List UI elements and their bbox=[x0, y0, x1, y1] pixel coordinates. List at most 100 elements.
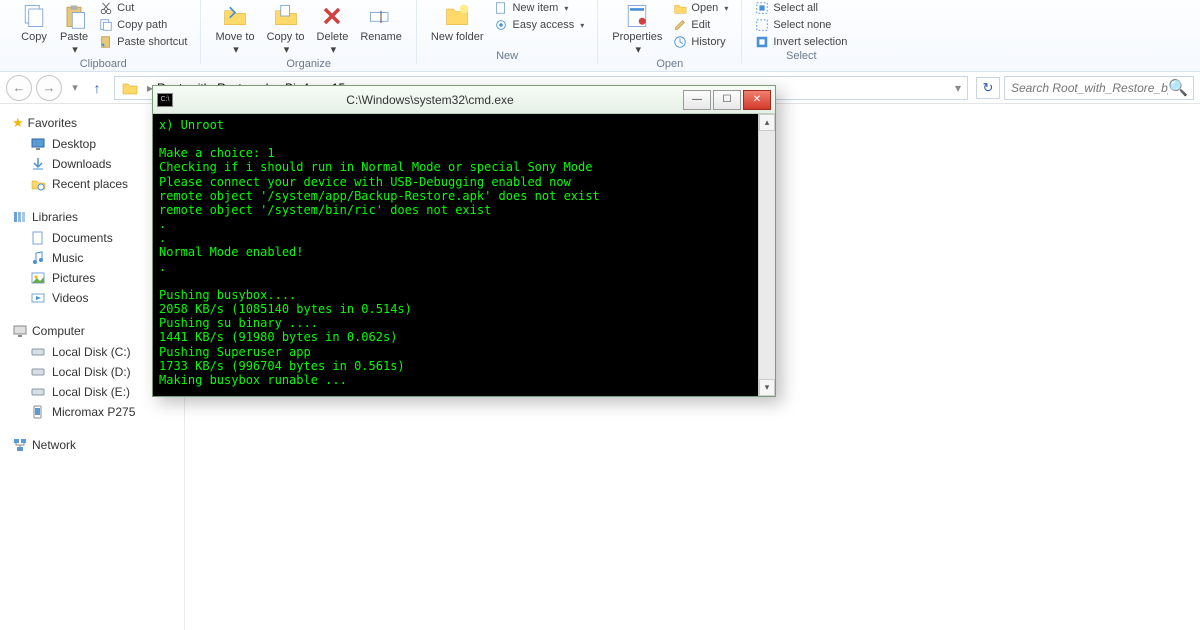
sidebar-label: Pictures bbox=[52, 271, 95, 285]
cut-button[interactable]: Cut bbox=[96, 0, 190, 16]
open-button[interactable]: Open▾ bbox=[670, 0, 731, 16]
cmd-window: C:\ C:\Windows\system32\cmd.exe — ☐ ✕ x)… bbox=[152, 85, 776, 397]
minimize-button[interactable]: — bbox=[683, 90, 711, 110]
folder-icon bbox=[121, 79, 139, 97]
scroll-up-icon[interactable]: ▴ bbox=[759, 114, 775, 131]
recent-locations-button[interactable]: ▾ bbox=[66, 79, 84, 97]
copy-icon bbox=[20, 2, 48, 30]
search-input[interactable] bbox=[1011, 81, 1168, 95]
cmd-icon-text: C:\ bbox=[161, 96, 170, 103]
chevron-down-icon: ▾ bbox=[72, 45, 78, 56]
search-box[interactable]: 🔍 bbox=[1004, 76, 1194, 100]
delete-button[interactable]: Delete▾ bbox=[313, 0, 353, 58]
ribbon-group-new: New folder New item▾ Easy access▾ New bbox=[417, 0, 598, 64]
easy-access-label: Easy access bbox=[512, 19, 574, 31]
close-button[interactable]: ✕ bbox=[743, 90, 771, 110]
chevron-down-icon: ▾ bbox=[636, 45, 642, 56]
refresh-button[interactable]: ↻ bbox=[976, 77, 1000, 99]
copy-label: Copy bbox=[21, 32, 47, 43]
up-button[interactable]: ↑ bbox=[88, 79, 106, 97]
scroll-down-icon[interactable]: ▾ bbox=[759, 379, 775, 396]
libraries-icon bbox=[12, 209, 28, 225]
copy-to-button[interactable]: Copy to▾ bbox=[263, 0, 309, 58]
ribbon-group-organize: Move to▾ Copy to▾ Delete▾ Rename Organiz… bbox=[201, 0, 416, 64]
easy-access-icon bbox=[494, 18, 508, 32]
paste-shortcut-label: Paste shortcut bbox=[117, 36, 187, 48]
sidebar-label: Local Disk (E:) bbox=[52, 385, 130, 399]
cmd-scrollbar[interactable]: ▴ ▾ bbox=[758, 114, 775, 396]
new-folder-label: New folder bbox=[431, 32, 484, 43]
cmd-title: C:\Windows\system32\cmd.exe bbox=[179, 93, 681, 107]
paste-button[interactable]: Paste ▾ bbox=[56, 0, 92, 58]
delete-icon bbox=[318, 2, 346, 30]
cut-label: Cut bbox=[117, 2, 134, 14]
disk-icon bbox=[30, 364, 46, 380]
select-group-label: Select bbox=[786, 50, 817, 64]
network-label: Network bbox=[32, 438, 76, 452]
select-none-icon bbox=[755, 18, 769, 32]
sidebar-label: Recent places bbox=[52, 177, 128, 191]
cmd-output[interactable]: x) Unroot Make a choice: 1 Checking if i… bbox=[153, 114, 758, 396]
select-all-icon bbox=[755, 1, 769, 15]
ribbon-group-open: Properties▾ Open▾ Edit History Open bbox=[598, 0, 742, 64]
chevron-down-icon: ▾ bbox=[233, 45, 239, 56]
invert-selection-icon bbox=[755, 35, 769, 49]
back-button[interactable]: ← bbox=[6, 75, 32, 101]
network-header[interactable]: Network bbox=[0, 434, 184, 456]
invert-selection-label: Invert selection bbox=[773, 36, 847, 48]
rename-icon bbox=[367, 2, 395, 30]
sidebar-label: Videos bbox=[52, 291, 88, 305]
paste-shortcut-icon bbox=[99, 35, 113, 49]
paste-shortcut-button[interactable]: Paste shortcut bbox=[96, 34, 190, 50]
select-none-button[interactable]: Select none bbox=[752, 17, 850, 33]
select-all-button[interactable]: Select all bbox=[752, 0, 850, 16]
pictures-icon bbox=[30, 270, 46, 286]
ribbon-group-select: Select all Select none Invert selection … bbox=[742, 0, 860, 64]
open-group-label: Open bbox=[656, 58, 683, 72]
paste-label: Paste bbox=[60, 32, 88, 43]
edit-button[interactable]: Edit bbox=[670, 17, 731, 33]
edit-icon bbox=[673, 18, 687, 32]
copy-to-label: Copy to bbox=[267, 32, 305, 43]
invert-selection-button[interactable]: Invert selection bbox=[752, 34, 850, 50]
music-icon bbox=[30, 250, 46, 266]
star-icon: ★ bbox=[12, 115, 24, 131]
forward-button[interactable]: → bbox=[36, 75, 62, 101]
cut-icon bbox=[99, 1, 113, 15]
desktop-icon bbox=[30, 136, 46, 152]
paste-icon bbox=[60, 2, 88, 30]
copy-button[interactable]: Copy bbox=[16, 0, 52, 45]
new-item-button[interactable]: New item▾ bbox=[491, 0, 587, 16]
organize-group-label: Organize bbox=[286, 58, 331, 72]
move-to-button[interactable]: Move to▾ bbox=[211, 0, 258, 58]
sidebar-label: Downloads bbox=[52, 157, 111, 171]
rename-button[interactable]: Rename bbox=[356, 0, 406, 45]
properties-button[interactable]: Properties▾ bbox=[608, 0, 666, 58]
device-icon bbox=[30, 404, 46, 420]
ribbon-toolbar: Copy Paste ▾ Cut Copy path Paste shortcu… bbox=[0, 0, 1200, 72]
copy-path-button[interactable]: Copy path bbox=[96, 17, 190, 33]
new-folder-button[interactable]: New folder bbox=[427, 0, 488, 45]
computer-icon bbox=[12, 323, 28, 339]
new-item-label: New item bbox=[512, 2, 558, 14]
sidebar-label: Local Disk (C:) bbox=[52, 345, 131, 359]
chevron-down-icon: ▾ bbox=[580, 21, 584, 30]
maximize-button[interactable]: ☐ bbox=[713, 90, 741, 110]
sidebar-item-micromax[interactable]: Micromax P275 bbox=[0, 402, 184, 422]
easy-access-button[interactable]: Easy access ▾ bbox=[491, 17, 587, 33]
scroll-track[interactable] bbox=[759, 131, 775, 379]
sidebar-label: Music bbox=[52, 251, 83, 265]
ribbon-group-clipboard: Copy Paste ▾ Cut Copy path Paste shortcu… bbox=[6, 0, 201, 64]
disk-icon bbox=[30, 344, 46, 360]
delete-label: Delete bbox=[317, 32, 349, 43]
sidebar-label: Local Disk (D:) bbox=[52, 365, 131, 379]
sidebar-label: Documents bbox=[52, 231, 113, 245]
computer-label: Computer bbox=[32, 324, 85, 338]
new-folder-icon bbox=[443, 2, 471, 30]
properties-icon bbox=[623, 2, 651, 30]
copy-path-label: Copy path bbox=[117, 19, 167, 31]
sidebar-label: Desktop bbox=[52, 137, 96, 151]
history-button[interactable]: History bbox=[670, 34, 731, 50]
cmd-titlebar[interactable]: C:\ C:\Windows\system32\cmd.exe — ☐ ✕ bbox=[153, 86, 775, 114]
chevron-down-icon[interactable]: ▾ bbox=[951, 81, 965, 95]
